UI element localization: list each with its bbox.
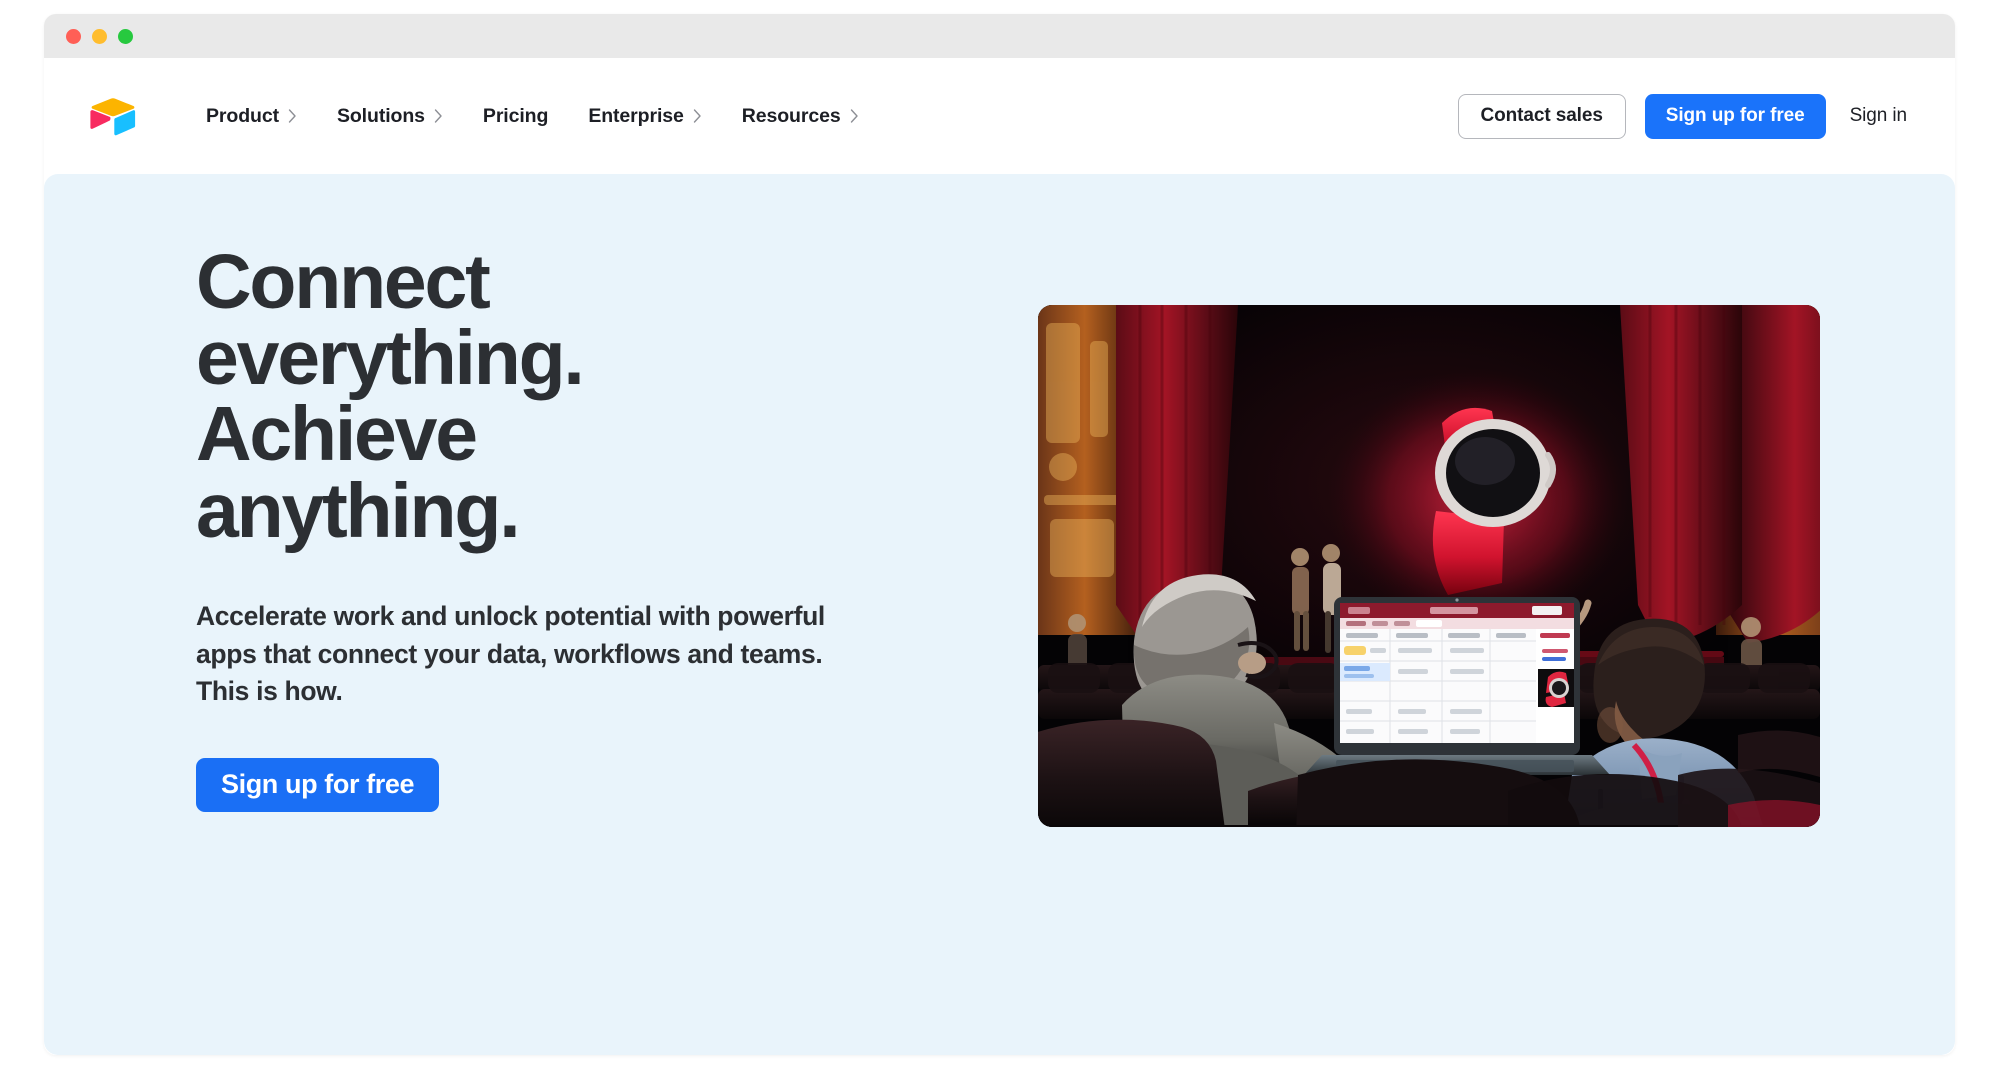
nav-item-pricing[interactable]: Pricing	[463, 97, 568, 136]
hero-subtitle: Accelerate work and unlock potential wit…	[196, 600, 825, 707]
main-navigation: Product Solutions Pricing Enterprise Res…	[44, 58, 1955, 174]
browser-titlebar	[44, 14, 1955, 58]
close-window-button[interactable]	[66, 28, 81, 44]
nav-item-solutions[interactable]: Solutions	[317, 97, 463, 136]
chevron-right-icon	[693, 109, 702, 123]
airtable-logo-link[interactable]	[90, 96, 136, 136]
hero-image	[1038, 305, 1820, 827]
chevron-right-icon	[434, 109, 443, 123]
nav-actions: Contact sales Sign up for free Sign in	[1457, 93, 1908, 139]
nav-item-solutions-label: Solutions	[336, 104, 425, 127]
hero-inner: Connect everything. Achieve anything. Ac…	[44, 174, 1955, 1055]
maximize-window-button[interactable]	[118, 28, 133, 44]
hero-title-line-4: anything.	[196, 467, 521, 554]
hero-title-line-3: Achieve	[196, 391, 478, 478]
nav-links-list: Product Solutions Pricing Enterprise Res…	[186, 97, 879, 136]
nav-item-enterprise-label: Enterprise	[588, 104, 684, 127]
page-content: Product Solutions Pricing Enterprise Res…	[44, 58, 1955, 1055]
browser-window: Product Solutions Pricing Enterprise Res…	[44, 14, 1955, 1055]
hero-section: Connect everything. Achieve anything. Ac…	[44, 174, 1955, 1055]
contact-sales-button[interactable]: Contact sales	[1457, 93, 1626, 139]
minimize-window-button[interactable]	[92, 28, 107, 44]
page-title: Connect everything. Achieve anything.	[196, 244, 686, 550]
hero-copy: Connect everything. Achieve anything. Ac…	[196, 174, 996, 812]
nav-item-resources[interactable]: Resources	[722, 97, 879, 136]
nav-item-pricing-label: Pricing	[482, 104, 549, 127]
chevron-right-icon	[288, 109, 297, 123]
nav-item-product-label: Product	[206, 104, 279, 127]
airtable-logo-icon	[90, 96, 136, 136]
hero-title-line-2: everything.	[196, 315, 585, 402]
hero-title-line-1: Connect	[196, 239, 491, 325]
nav-item-product[interactable]: Product	[186, 97, 317, 136]
nav-item-enterprise[interactable]: Enterprise	[568, 97, 721, 136]
nav-item-resources-label: Resources	[741, 104, 841, 127]
chevron-right-icon	[850, 109, 859, 123]
sign-in-link[interactable]: Sign in	[1850, 105, 1908, 127]
hero-signup-button[interactable]: Sign up for free	[196, 757, 440, 812]
nav-signup-button[interactable]: Sign up for free	[1644, 93, 1826, 139]
